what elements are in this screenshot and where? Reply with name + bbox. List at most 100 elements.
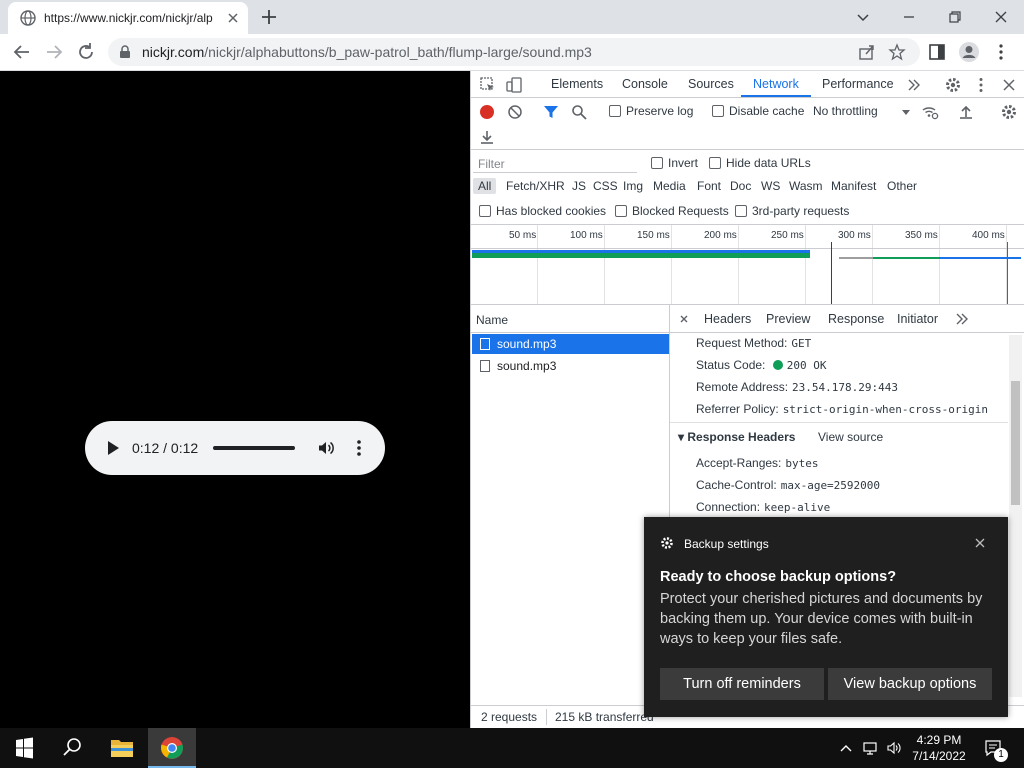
browser-tab[interactable]: https://www.nickjr.com/nickjr/alp	[8, 2, 248, 34]
chrome-menu-icon[interactable]	[990, 41, 1012, 63]
blocked-requests-checkbox[interactable]	[615, 205, 627, 217]
header-value: GET	[791, 337, 812, 350]
close-icon[interactable]	[973, 536, 987, 550]
show-hidden-icons-chevron-icon[interactable]	[838, 740, 854, 756]
audio-player[interactable]: 0:12 / 0:12	[85, 421, 385, 475]
system-clock[interactable]: 4:29 PM 7/14/2022	[905, 732, 973, 764]
has-blocked-cookies-checkbox[interactable]	[479, 205, 491, 217]
type-filter-css[interactable]: CSS	[593, 179, 618, 193]
network-icon[interactable]	[862, 740, 878, 756]
tab-strip: https://www.nickjr.com/nickjr/alp	[0, 0, 1024, 34]
share-icon[interactable]	[858, 43, 876, 61]
profile-avatar-icon[interactable]	[958, 41, 980, 63]
more-tabs-chevron-icon[interactable]	[905, 76, 923, 94]
header-key: Referrer Policy:	[696, 402, 779, 416]
volume-icon[interactable]	[886, 740, 902, 756]
record-icon[interactable]	[480, 105, 494, 119]
chrome-taskbar-item[interactable]	[148, 728, 196, 768]
throttling-select[interactable]: No throttling	[813, 104, 878, 118]
request-bar-waiting-2	[873, 257, 939, 259]
type-filter-fetch-xhr[interactable]: Fetch/XHR	[506, 179, 565, 193]
tab-headers[interactable]: Headers	[704, 312, 751, 326]
close-devtools-icon[interactable]	[1000, 76, 1018, 94]
network-settings-gear-icon[interactable]	[1000, 103, 1018, 121]
invert-checkbox[interactable]	[651, 157, 663, 169]
tab-initiator[interactable]: Initiator	[897, 312, 938, 326]
tab-network[interactable]: Network	[753, 77, 799, 91]
restore-icon[interactable]	[944, 6, 966, 28]
filter-bar: Filter Invert Hide data URLs All Fetch/X…	[471, 150, 1024, 225]
response-headers-section[interactable]: ▾ Response Headers	[678, 430, 795, 444]
export-har-icon[interactable]	[478, 128, 496, 146]
lock-icon[interactable]	[118, 45, 132, 59]
details-scrollbar[interactable]	[1009, 335, 1022, 697]
settings-gear-icon[interactable]	[944, 76, 962, 94]
tab-response[interactable]: Response	[828, 312, 884, 326]
minimize-icon[interactable]	[898, 6, 920, 28]
view-backup-options-button[interactable]: View backup options	[828, 668, 992, 700]
tab-sources[interactable]: Sources	[688, 77, 734, 91]
tab-elements[interactable]: Elements	[551, 77, 603, 91]
filter-input[interactable]: Filter	[473, 153, 637, 173]
turn-off-reminders-button[interactable]: Turn off reminders	[660, 668, 824, 700]
reload-icon[interactable]	[75, 41, 97, 63]
forward-icon[interactable]	[43, 41, 65, 63]
header-value: 23.54.178.29:443	[792, 381, 899, 394]
tab-preview[interactable]: Preview	[766, 312, 810, 326]
type-filter-ws[interactable]: WS	[761, 179, 780, 193]
volume-icon[interactable]	[317, 439, 335, 457]
scrollbar-thumb[interactable]	[1011, 381, 1020, 505]
dom-content-loaded-marker	[831, 242, 832, 304]
clear-icon[interactable]	[506, 103, 524, 121]
file-explorer-icon[interactable]	[98, 728, 146, 768]
network-conditions-icon[interactable]	[921, 103, 939, 121]
third-party-checkbox[interactable]	[735, 205, 747, 217]
blocked-requests-label: Blocked Requests	[632, 204, 729, 218]
bookmark-star-icon[interactable]	[888, 43, 906, 61]
more-options-icon[interactable]	[351, 439, 367, 457]
type-filter-media[interactable]: Media	[653, 179, 686, 193]
type-filter-all[interactable]: All	[473, 178, 497, 194]
preserve-log-checkbox[interactable]	[609, 105, 621, 117]
type-filter-other[interactable]: Other	[887, 179, 917, 193]
more-tabs-chevron-icon[interactable]	[953, 310, 971, 328]
disable-cache-checkbox[interactable]	[712, 105, 724, 117]
new-tab-icon[interactable]	[258, 6, 280, 28]
close-window-icon[interactable]	[990, 6, 1012, 28]
network-overview-timeline[interactable]: 50 ms 100 ms 150 ms 200 ms 250 ms 300 ms…	[471, 225, 1024, 305]
filter-funnel-icon[interactable]	[542, 103, 560, 121]
type-filter-js[interactable]: JS	[572, 179, 586, 193]
play-icon[interactable]	[105, 439, 121, 457]
request-row[interactable]: sound.mp3	[472, 334, 669, 354]
type-filter-img[interactable]: Img	[623, 179, 643, 193]
backup-notification-toast[interactable]: Backup settings Ready to choose backup o…	[644, 517, 1008, 717]
type-filter-font[interactable]: Font	[697, 179, 721, 193]
search-icon[interactable]	[570, 103, 588, 121]
devtools-menu-icon[interactable]	[972, 76, 990, 94]
side-panel-icon[interactable]	[926, 41, 948, 63]
import-har-icon[interactable]	[957, 103, 975, 121]
search-icon[interactable]	[48, 728, 96, 768]
type-filter-manifest[interactable]: Manifest	[831, 179, 876, 193]
url-text: nickjr.com/nickjr/alphabuttons/b_paw-pat…	[142, 44, 592, 60]
tab-console[interactable]: Console	[622, 77, 668, 91]
back-icon[interactable]	[11, 41, 33, 63]
request-row[interactable]: sound.mp3	[472, 356, 669, 376]
device-toolbar-icon[interactable]	[505, 76, 523, 94]
url-host: nickjr.com	[142, 44, 205, 60]
tab-search-icon[interactable]	[852, 6, 874, 28]
tab-performance[interactable]: Performance	[822, 77, 894, 91]
close-tab-icon[interactable]	[226, 11, 240, 25]
inspect-element-icon[interactable]	[479, 76, 497, 94]
dropdown-arrow-icon[interactable]	[897, 103, 915, 121]
type-filter-doc[interactable]: Doc	[730, 179, 751, 193]
view-source-link[interactable]: View source	[818, 430, 883, 444]
windows-start-icon[interactable]	[0, 728, 48, 768]
name-column-header[interactable]: Name	[471, 305, 670, 333]
address-bar[interactable]: nickjr.com/nickjr/alphabuttons/b_paw-pat…	[108, 38, 920, 66]
audio-progress-bar[interactable]	[213, 446, 295, 450]
hide-data-urls-checkbox[interactable]	[709, 157, 721, 169]
third-party-label: 3rd-party requests	[752, 204, 850, 218]
type-filter-wasm[interactable]: Wasm	[789, 179, 823, 193]
close-details-icon[interactable]	[675, 310, 693, 328]
